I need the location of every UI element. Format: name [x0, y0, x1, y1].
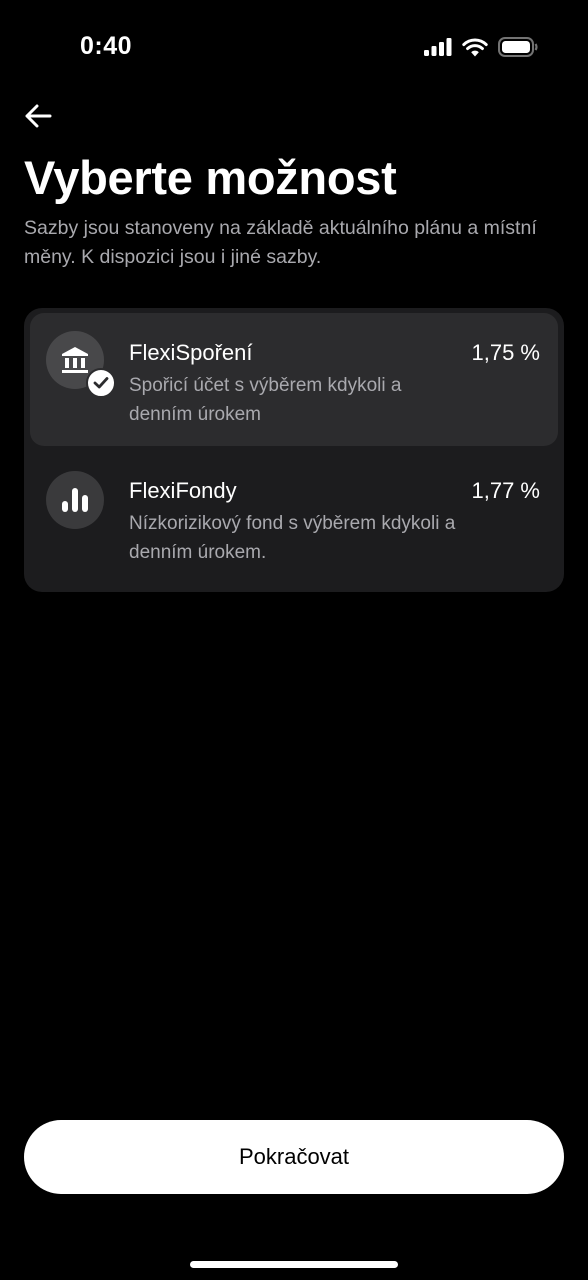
option-description: Spořicí účet s výběrem kdykoli a denním … — [129, 375, 402, 425]
option-rate: 1,75 % — [471, 340, 541, 365]
option-flexisporeni[interactable]: FlexiSpoření 1,75 % Spořicí účet s výběr… — [30, 313, 558, 446]
bank-icon — [62, 347, 88, 373]
wifi-icon — [462, 38, 488, 56]
cellular-signal-icon — [424, 38, 452, 56]
bar-chart-icon — [62, 488, 88, 512]
back-button[interactable] — [22, 100, 54, 132]
home-indicator — [190, 1261, 398, 1268]
page-subtitle: Sazby jsou stanoveny na základě aktuální… — [24, 217, 537, 268]
options-list: FlexiSpoření 1,75 % Spořicí účet s výběr… — [24, 308, 564, 592]
option-icon — [46, 471, 104, 529]
option-title: FlexiSpoření — [129, 340, 253, 365]
arrow-left-icon — [25, 104, 52, 128]
status-time: 0:40 — [80, 32, 133, 60]
option-rate: 1,77 % — [471, 478, 541, 503]
option-flexifondy[interactable]: FlexiFondy 1,77 % Nízkorizikový fond s v… — [30, 446, 558, 586]
option-description: Nízkorizikový fond s výběrem kdykoli a d… — [129, 513, 456, 563]
check-icon — [86, 368, 116, 398]
status-icons — [424, 37, 538, 57]
battery-icon — [498, 37, 538, 57]
option-title: FlexiFondy — [129, 478, 237, 503]
page-title: Vyberte možnost — [24, 151, 397, 204]
continue-button[interactable]: Pokračovat — [24, 1120, 564, 1194]
